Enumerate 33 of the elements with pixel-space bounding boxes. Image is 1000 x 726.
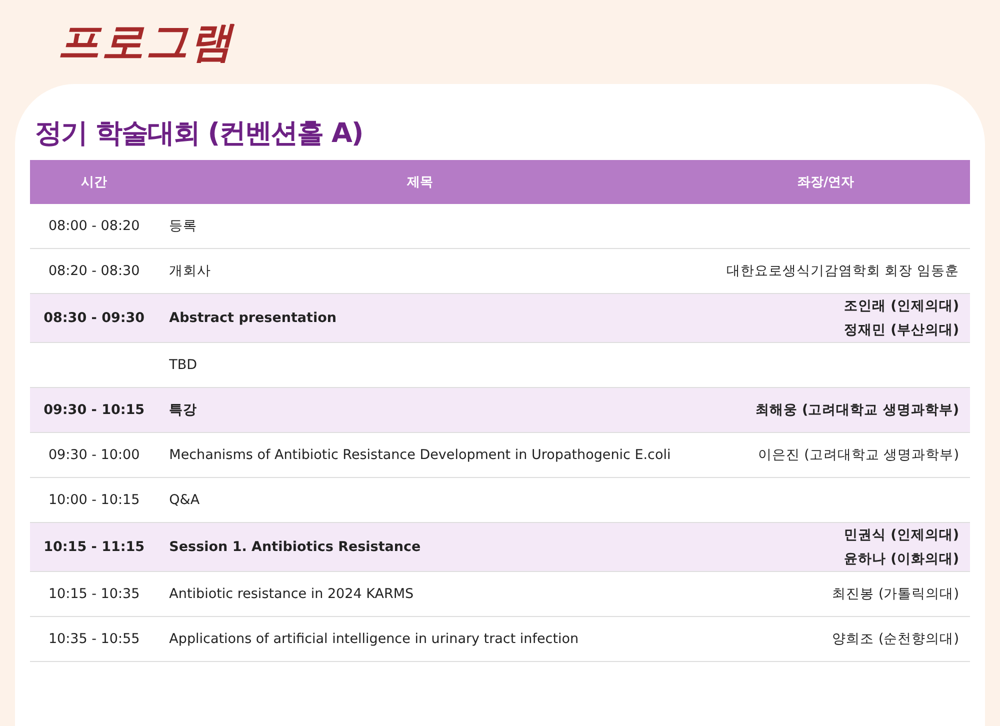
- time-cell: 10:35 - 10:55: [30, 616, 158, 662]
- speaker-name: 조인래 (인제의대): [842, 297, 959, 316]
- title-cell: 특강: [158, 388, 682, 432]
- speaker-name: 이은진 (고려대학교 생명과학부): [756, 446, 959, 465]
- title-cell: 등록: [158, 204, 682, 248]
- column-header: 제목: [158, 160, 682, 204]
- title-cell: Mechanisms of Antibiotic Resistance Development in Uropathogenic E.coli: [158, 432, 682, 478]
- speaker-name: 대한요로생식기감염학회 회장 임동훈: [725, 262, 959, 281]
- title-cell: Antibiotic resistance in 2024 KARMS: [158, 572, 682, 616]
- time-cell: 10:15 - 11:15: [30, 522, 158, 572]
- column-header: 좌장/연자: [682, 160, 970, 204]
- page-title: 프로그램: [57, 16, 234, 68]
- time-cell: 09:30 - 10:15: [30, 388, 158, 432]
- speaker-name: 최해웅 (고려대학교 생명과학부): [754, 401, 959, 420]
- time-cell: 08:30 - 09:30: [30, 294, 158, 342]
- column-header: 시간: [30, 160, 158, 204]
- title-cell: Session 1. Antibiotics Resistance: [158, 522, 682, 572]
- speaker-name: 양희조 (순천향의대): [831, 630, 959, 649]
- time-cell: 10:15 - 10:35: [30, 572, 158, 616]
- speaker-name: 윤하나 (이화의대): [842, 550, 959, 569]
- title-cell: Applications of artificial intelligence in urinary tract infection: [158, 616, 682, 662]
- title-cell: 개회사: [158, 248, 682, 294]
- section-title: 정기 학술대회 (컨벤션홀 A): [35, 117, 364, 151]
- speaker-name: 정재민 (부산의대): [842, 321, 959, 340]
- time-cell: 09:30 - 10:00: [30, 432, 158, 478]
- title-cell: Abstract presentation: [158, 294, 682, 342]
- title-cell: Q&A: [158, 478, 682, 522]
- speaker-name: 민권식 (인제의대): [842, 526, 959, 545]
- speaker-name: 최진봉 (가톨릭의대): [831, 585, 959, 604]
- time-cell: 10:00 - 10:15: [30, 478, 158, 522]
- time-cell: 08:00 - 08:20: [30, 204, 158, 248]
- title-cell: TBD: [158, 342, 682, 388]
- time-cell: 08:20 - 08:30: [30, 248, 158, 294]
